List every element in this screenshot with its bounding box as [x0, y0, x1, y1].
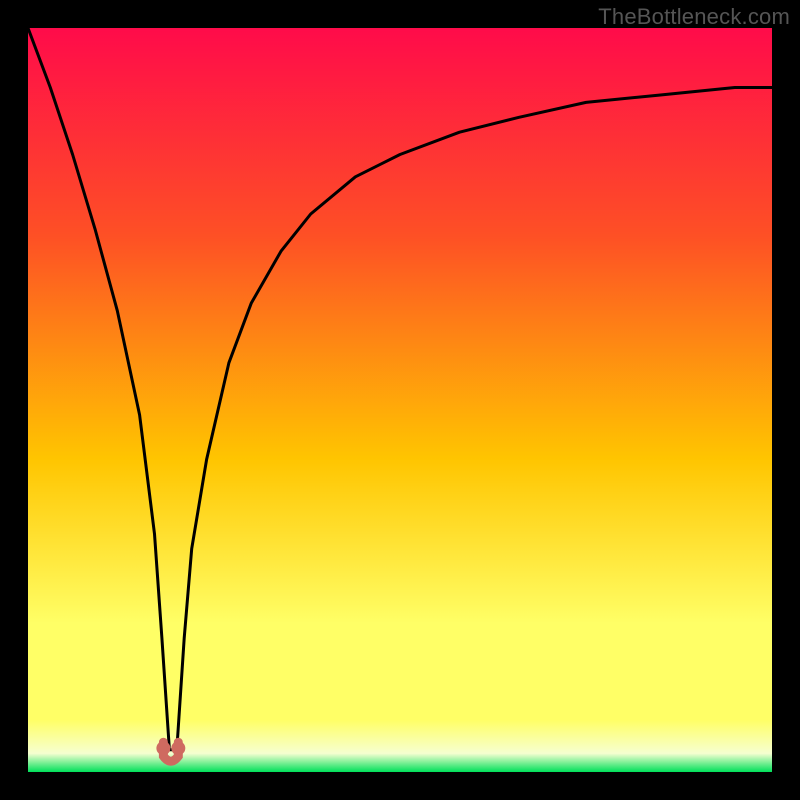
min-left-dot: [156, 741, 170, 755]
min-right-dot: [171, 741, 185, 755]
bottleneck-chart: [28, 28, 772, 772]
watermark-text: TheBottleneck.com: [598, 4, 790, 30]
gradient-background: [28, 28, 772, 772]
plot-area: [28, 28, 772, 772]
chart-frame: TheBottleneck.com: [0, 0, 800, 800]
